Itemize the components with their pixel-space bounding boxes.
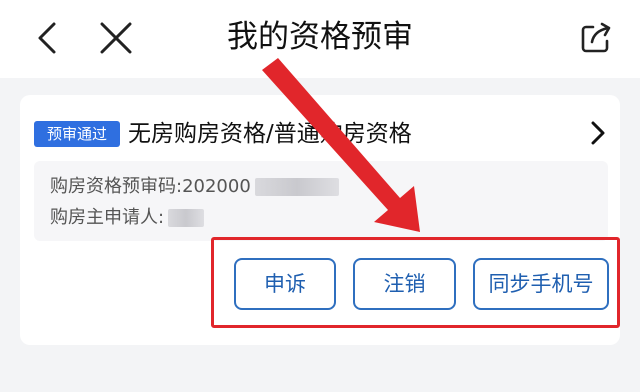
sync-phone-button[interactable]: 同步手机号 (473, 258, 609, 310)
redacted-applicant-name (168, 209, 205, 227)
qualification-info-panel: 购房资格预审码:202000 购房主申请人: (34, 161, 608, 241)
redacted-code (254, 178, 339, 196)
applicant-row: 购房主申请人: (50, 205, 205, 231)
cancel-registration-button[interactable]: 注销 (353, 258, 456, 310)
applicant-label: 购房主申请人: (50, 207, 165, 228)
qualification-title[interactable]: 无房购房资格/普通购房资格 (128, 117, 412, 151)
share-icon[interactable] (578, 20, 614, 56)
status-badge: 预审通过 (34, 121, 120, 147)
precheck-code-label: 购房资格预审码: (50, 176, 183, 197)
precheck-code-value: 202000 (182, 176, 251, 197)
chevron-right-icon[interactable] (586, 119, 610, 147)
precheck-code-row: 购房资格预审码:202000 (50, 174, 339, 200)
page-title: 我的资格预审 (227, 19, 413, 55)
top-nav-bar: 我的资格预审 (0, 0, 640, 78)
chevron-left-icon[interactable] (30, 20, 66, 56)
close-icon[interactable] (98, 20, 134, 56)
appeal-button[interactable]: 申诉 (234, 258, 336, 310)
